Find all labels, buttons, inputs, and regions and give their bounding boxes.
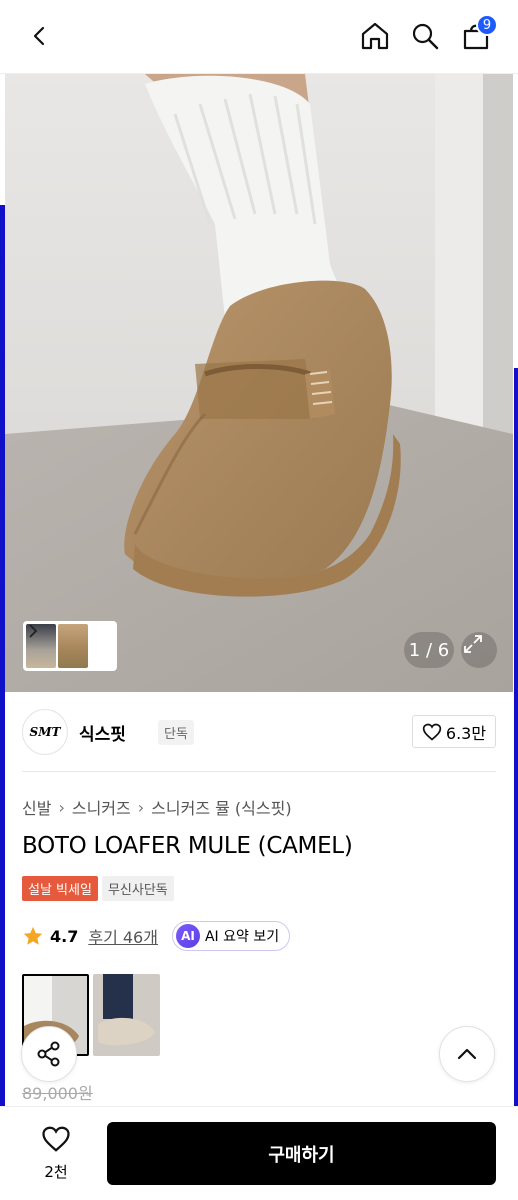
side-accent-right <box>514 368 518 1123</box>
review-link[interactable]: 후기 46개 <box>88 924 158 948</box>
brand-exclusive-tag: 단독 <box>158 720 194 745</box>
product-hero-image[interactable]: 1 / 6 <box>5 74 513 692</box>
brand-like-button[interactable]: 6.3만 <box>412 715 496 748</box>
original-price: 89,000원 <box>22 1084 93 1103</box>
swatch-grey[interactable] <box>93 974 160 1056</box>
brand-name[interactable]: 식스핏 <box>79 720 126 745</box>
rating-row: 4.7 후기 46개 AI AI 요약 보기 <box>22 921 291 951</box>
cart-count-badge: 9 <box>476 14 498 36</box>
brand-logo-text: SMT <box>29 725 61 739</box>
image-counter: 1 / 6 <box>404 632 454 668</box>
share-icon <box>37 1041 60 1067</box>
expand-icon <box>464 635 482 653</box>
heart-icon <box>422 723 442 741</box>
chevron-right-icon: › <box>137 797 145 817</box>
brand-like-count: 6.3만 <box>445 723 487 743</box>
rating-value: 4.7 <box>50 926 79 946</box>
breadcrumb-item[interactable]: 스니커즈 뮬 (식스핏) <box>151 795 291 819</box>
star-icon <box>23 926 43 945</box>
scroll-top-button[interactable] <box>439 1026 495 1082</box>
cart-button[interactable]: 9 <box>456 14 498 56</box>
breadcrumb: 신발 › 스니커즈 › 스니커즈 뮬 (식스핏) <box>22 795 292 819</box>
ai-icon: AI <box>175 924 200 948</box>
breadcrumb-item[interactable]: 스니커즈 <box>72 795 131 819</box>
product-title: BOTO LOAFER MULE (CAMEL) <box>22 833 353 859</box>
ai-summary-label: AI 요약 보기 <box>204 929 280 945</box>
expand-button[interactable] <box>461 632 497 668</box>
brand-logo[interactable]: SMT <box>22 709 68 755</box>
wishlist-count: 2천 <box>44 1163 68 1181</box>
breadcrumb-item[interactable]: 신발 <box>22 795 51 819</box>
home-icon <box>361 22 389 50</box>
wishlist-button[interactable]: 2천 <box>30 1125 82 1182</box>
buy-button-label: 구매하기 <box>268 1144 335 1166</box>
sale-tag: 설날 빅세일 <box>22 876 98 901</box>
home-button[interactable] <box>355 16 395 56</box>
swatch-grey-image <box>93 974 160 1056</box>
thumbnail-strip[interactable] <box>23 621 117 671</box>
buy-button[interactable]: 구매하기 <box>107 1122 496 1185</box>
side-accent-left <box>0 205 5 1120</box>
back-button[interactable] <box>20 16 60 56</box>
search-icon <box>412 23 439 50</box>
back-icon <box>33 26 45 46</box>
bottom-bar: 2천 구매하기 <box>0 1106 518 1200</box>
ai-summary-button[interactable]: AI AI 요약 보기 <box>171 921 291 951</box>
chevron-right-icon <box>29 624 38 638</box>
exclusive-tag: 무신사단독 <box>101 876 174 901</box>
heart-icon <box>42 1126 70 1152</box>
chevron-right-icon: › <box>58 797 65 817</box>
product-page: 9 1 / 6 SMT 식스핏 단독 6.3만 신발 › 스니커즈 › 스니커즈… <box>0 0 518 1200</box>
share-button[interactable] <box>21 1026 77 1082</box>
top-header: 9 <box>0 0 518 74</box>
product-tags: 설날 빅세일 무신사단독 <box>22 876 174 901</box>
search-button[interactable] <box>405 16 445 56</box>
chevron-up-icon <box>457 1048 477 1060</box>
mini-thumb-2[interactable] <box>58 624 88 668</box>
hero-photo <box>5 74 513 692</box>
brand-row: SMT 식스핏 단독 6.3만 <box>22 709 496 755</box>
divider <box>22 771 496 772</box>
